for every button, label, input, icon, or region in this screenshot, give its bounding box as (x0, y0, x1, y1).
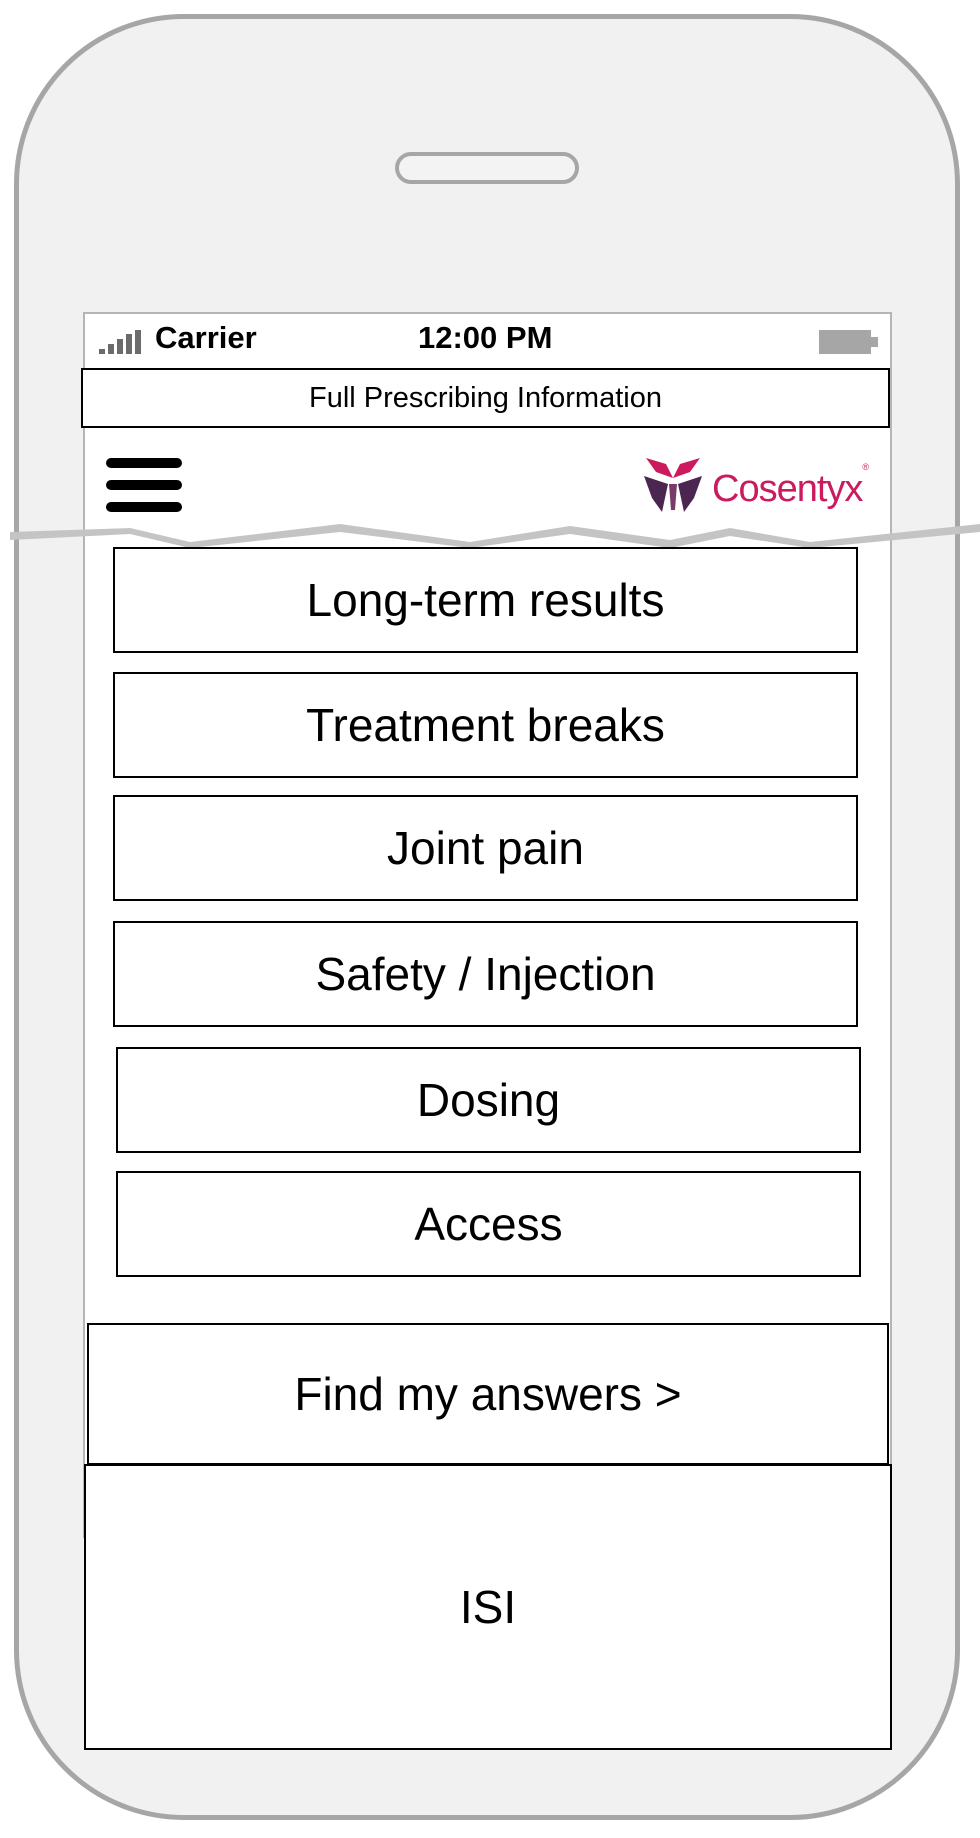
status-time: 12:00 PM (418, 320, 553, 355)
hamburger-menu-icon[interactable] (106, 458, 182, 512)
menu-item-long-term-results[interactable]: Long-term results (113, 547, 858, 653)
menu-item-access[interactable]: Access (116, 1171, 861, 1277)
menu-item-label: Access (414, 1198, 563, 1250)
signal-strength-icon (99, 330, 145, 354)
menu-item-joint-pain[interactable]: Joint pain (113, 795, 858, 901)
find-my-answers-button[interactable]: Find my answers > (87, 1323, 889, 1465)
battery-icon (819, 330, 878, 354)
isi-panel[interactable]: ISI (84, 1464, 892, 1750)
full-prescribing-information-label: Full Prescribing Information (309, 381, 662, 414)
menu-item-dosing[interactable]: Dosing (116, 1047, 861, 1153)
full-prescribing-information-link[interactable]: Full Prescribing Information (81, 368, 890, 428)
menu-item-treatment-breaks[interactable]: Treatment breaks (113, 672, 858, 778)
menu-item-label: Safety / Injection (315, 948, 656, 1000)
phone-speaker (395, 152, 579, 184)
menu-item-label: Joint pain (387, 822, 584, 874)
find-my-answers-label: Find my answers > (294, 1368, 682, 1420)
logo-wordmark: Cosentyx (712, 467, 863, 510)
registered-mark: ® (862, 462, 870, 472)
cosentyx-logo[interactable]: Cosentyx ® (638, 450, 888, 520)
menu-item-safety-injection[interactable]: Safety / Injection (113, 921, 858, 1027)
app-header: Cosentyx ® (83, 430, 892, 530)
menu-item-label: Dosing (416, 1074, 561, 1126)
cosentyx-logo-icon (644, 458, 702, 512)
menu-item-label: Treatment breaks (306, 699, 665, 751)
isi-label: ISI (459, 1581, 517, 1633)
menu-item-label: Long-term results (306, 574, 665, 626)
torn-divider (10, 524, 980, 548)
carrier-name: Carrier (155, 320, 257, 355)
status-bar: Carrier 12:00 PM (83, 312, 892, 368)
